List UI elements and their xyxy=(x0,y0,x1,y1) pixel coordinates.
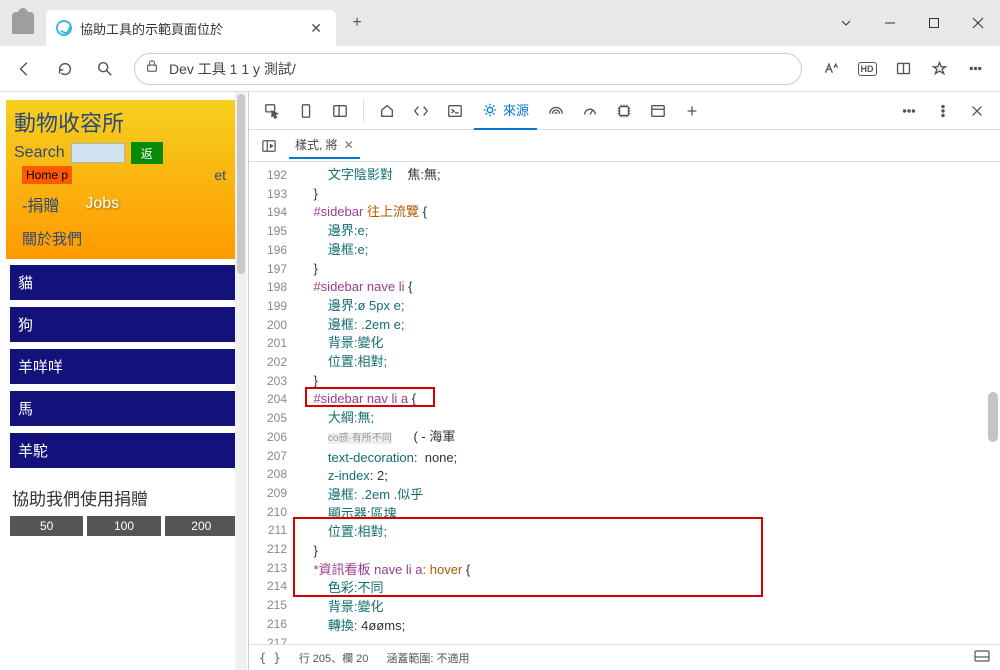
address-bar: HD xyxy=(0,46,1000,92)
cursor-position: 行 205、欄 20 xyxy=(299,650,369,666)
nav-about[interactable]: 關於我們 xyxy=(14,226,234,259)
format-button[interactable]: { } xyxy=(259,651,281,665)
window-titlebar: 協助工具的示範頁面位於 ✕ + xyxy=(0,0,1000,46)
tab-title: 協助工具的示範頁面位於 xyxy=(80,19,298,38)
edge-icon xyxy=(56,20,72,36)
close-icon[interactable]: ✕ xyxy=(344,138,354,152)
application-tab[interactable] xyxy=(643,96,673,126)
close-window-button[interactable] xyxy=(956,0,1000,46)
search-button[interactable] xyxy=(88,52,122,86)
styles-subtab[interactable]: 樣式, 將 ✕ xyxy=(289,132,360,159)
scroll-thumb[interactable] xyxy=(988,392,998,442)
amount-button[interactable]: 200 xyxy=(165,516,238,536)
network-tab[interactable] xyxy=(541,96,571,126)
list-item[interactable]: 馬 xyxy=(10,391,238,426)
amount-row: 50 100 200 xyxy=(6,516,242,536)
content-area: 動物收容所 Search 返 Home p et -捐贈 Jobs 關於我們 貓… xyxy=(0,92,1000,670)
hd-button[interactable]: HD xyxy=(850,52,884,86)
favorite-button[interactable] xyxy=(922,52,956,86)
line-gutter: 1921931941951961971981992002012022032042… xyxy=(249,162,293,644)
toggle-drawer-icon[interactable] xyxy=(974,650,990,665)
page-title: 動物收容所 xyxy=(14,106,234,138)
nav-home[interactable]: Home p xyxy=(22,166,72,184)
tab-close-button[interactable]: ✕ xyxy=(306,18,326,39)
list-item[interactable]: 羊咩咩 xyxy=(10,349,238,384)
devtools-more-vert-button[interactable] xyxy=(928,96,958,126)
list-item[interactable]: 羊駝 xyxy=(10,433,238,468)
lock-icon xyxy=(145,59,159,78)
code-editor[interactable]: 1921931941951961971981992002012022032042… xyxy=(249,162,1000,644)
new-tab-button[interactable]: + xyxy=(342,8,372,38)
hd-icon: HD xyxy=(858,62,877,76)
profile-button[interactable] xyxy=(0,0,46,46)
amount-button[interactable]: 50 xyxy=(10,516,83,536)
elements-tab[interactable] xyxy=(406,96,436,126)
url-input-wrap[interactable] xyxy=(134,53,802,85)
search-go-button[interactable]: 返 xyxy=(131,142,163,164)
device-button[interactable] xyxy=(291,96,321,126)
avatar-icon xyxy=(12,12,34,34)
dock-button[interactable] xyxy=(325,96,355,126)
editor-scrollbar[interactable] xyxy=(986,162,1000,644)
minimize-button[interactable] xyxy=(868,0,912,46)
devtools-statusbar: { } 行 205、欄 20 涵蓋範圍: 不適用 xyxy=(249,644,1000,670)
nav-et[interactable]: et xyxy=(214,167,226,183)
page-scrollbar[interactable] xyxy=(235,92,247,670)
welcome-tab[interactable] xyxy=(372,96,402,126)
devtools-toolbar: 來源 xyxy=(249,92,1000,130)
caret-down-icon[interactable] xyxy=(824,0,868,46)
amount-button[interactable]: 100 xyxy=(87,516,160,536)
sources-tab-label: 來源 xyxy=(503,100,529,119)
search-input[interactable] xyxy=(71,143,125,163)
animal-list: 貓 狗 羊咩咩 馬 羊駝 xyxy=(6,259,242,481)
highlight-box-1 xyxy=(305,387,435,407)
sources-subbar: 樣式, 將 ✕ xyxy=(249,130,1000,162)
sources-tab[interactable]: 來源 xyxy=(474,92,537,130)
browser-tab[interactable]: 協助工具的示範頁面位於 ✕ xyxy=(46,10,336,46)
nav-donate[interactable]: -捐贈 xyxy=(22,192,59,216)
devtools-panel: 來源 樣式, 將 ✕ 19219319419519619719819920020… xyxy=(248,92,1000,670)
text-size-button[interactable] xyxy=(814,52,848,86)
back-button[interactable] xyxy=(8,52,42,86)
refresh-button[interactable] xyxy=(48,52,82,86)
scroll-thumb[interactable] xyxy=(237,94,245,274)
more-button[interactable] xyxy=(958,52,992,86)
list-item[interactable]: 狗 xyxy=(10,307,238,342)
nav-jobs[interactable]: Jobs xyxy=(85,195,119,213)
coverage-status: 涵蓋範圍: 不適用 xyxy=(386,650,469,666)
help-text: 協助我們使用捐贈 xyxy=(6,481,242,516)
highlight-box-2 xyxy=(293,517,763,597)
styles-subtab-label: 樣式, 將 xyxy=(295,136,338,153)
maximize-button[interactable] xyxy=(912,0,956,46)
reader-button[interactable] xyxy=(886,52,920,86)
inspect-button[interactable] xyxy=(257,96,287,126)
memory-tab[interactable] xyxy=(609,96,639,126)
list-item[interactable]: 貓 xyxy=(10,265,238,300)
url-input[interactable] xyxy=(169,61,791,77)
more-tabs-button[interactable] xyxy=(677,96,707,126)
code-content: 文字陰影對 焦:無; } #sidebar 往上流覽 { 邊界:e; 邊框:e;… xyxy=(293,162,1000,644)
devtools-more-button[interactable] xyxy=(894,96,924,126)
devtools-close-button[interactable] xyxy=(962,96,992,126)
performance-tab[interactable] xyxy=(575,96,605,126)
console-tab[interactable] xyxy=(440,96,470,126)
hero: 動物收容所 Search 返 Home p et -捐贈 Jobs 關於我們 xyxy=(6,100,242,259)
toggle-navigator-button[interactable] xyxy=(257,134,281,158)
search-label: Search xyxy=(14,144,65,162)
page-preview: 動物收容所 Search 返 Home p et -捐贈 Jobs 關於我們 貓… xyxy=(0,92,248,670)
